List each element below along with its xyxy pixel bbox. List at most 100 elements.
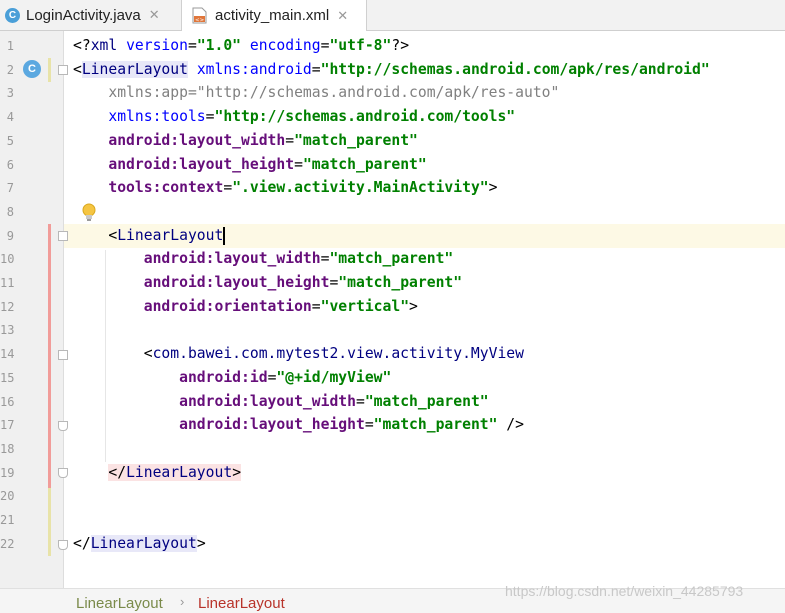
tab-label: activity_main.xml bbox=[215, 7, 330, 24]
code-text: </LinearLayout> bbox=[73, 532, 206, 556]
code-token: android:layout_width bbox=[179, 392, 356, 410]
code-token: </ bbox=[73, 534, 91, 552]
code-token: = bbox=[294, 155, 303, 173]
code-token: android:layout_height bbox=[143, 274, 330, 291]
code-line[interactable]: 11 android:layout_height="match_parent" bbox=[0, 271, 785, 295]
code-token: LinearLayout bbox=[90, 534, 197, 552]
code-line[interactable]: 7 tools:context=".view.activity.MainActi… bbox=[0, 176, 785, 200]
code-token: "1.0" bbox=[196, 37, 242, 54]
code-token: ?> bbox=[391, 37, 410, 54]
code-text: xmlns:app="http://schemas.android.com/ap… bbox=[73, 81, 559, 105]
line-number: 13 bbox=[0, 323, 15, 338]
code-token: android:layout_height bbox=[179, 416, 365, 434]
code-line[interactable]: 12 android:orientation="vertical"> bbox=[0, 295, 785, 319]
code-line[interactable]: 20 bbox=[0, 484, 785, 508]
code-token: > bbox=[232, 463, 242, 481]
code-token: = bbox=[285, 131, 295, 149]
code-token: = bbox=[223, 179, 233, 197]
code-token: > bbox=[409, 297, 418, 315]
code-token: > bbox=[196, 534, 206, 552]
code-token: "match_parent" bbox=[364, 392, 489, 410]
code-text: android:layout_height="match_parent" bbox=[73, 271, 462, 295]
code-token: "http://schemas.android.com/apk/res/andr… bbox=[320, 60, 710, 78]
editor-tab-bar: C LoginActivity.java ✕ <> activity_main.… bbox=[0, 0, 785, 31]
code-line[interactable]: 1 <?xml version="1.0" encoding="utf-8"?> bbox=[0, 34, 785, 58]
line-number: 15 bbox=[0, 370, 15, 385]
code-line[interactable]: 22 </LinearLayout> bbox=[0, 532, 785, 556]
code-line[interactable]: 15 android:id="@+id/myView" bbox=[0, 366, 785, 390]
line-number: 3 bbox=[6, 86, 14, 101]
code-token: xml bbox=[90, 37, 127, 54]
code-token: layout_height bbox=[179, 155, 295, 173]
text-caret bbox=[223, 226, 226, 245]
code-line[interactable]: 19 </LinearLayout> bbox=[0, 461, 785, 485]
code-token: LinearLayout bbox=[126, 463, 233, 481]
code-token: < bbox=[73, 226, 118, 244]
code-token: "match_parent" bbox=[338, 274, 463, 291]
code-token: = bbox=[311, 297, 321, 315]
tab-activity-main[interactable]: <> activity_main.xml ✕ bbox=[182, 0, 367, 31]
code-line[interactable]: 8 bbox=[0, 200, 785, 224]
tab-login-activity[interactable]: C LoginActivity.java ✕ bbox=[0, 0, 182, 30]
code-token: xmlns:android bbox=[196, 60, 312, 78]
line-number: 22 bbox=[0, 536, 15, 551]
code-line[interactable]: 6 android:layout_height="match_parent" bbox=[0, 153, 785, 177]
code-token: = bbox=[329, 274, 339, 291]
code-line[interactable]: 17 android:layout_height="match_parent" … bbox=[0, 413, 785, 437]
code-token: "match_parent" bbox=[329, 250, 454, 268]
code-token: xmlns:app="http://schemas.android.com/ap… bbox=[73, 84, 560, 102]
code-token: "match_parent" bbox=[302, 155, 427, 173]
breadcrumb-item[interactable]: LinearLayout bbox=[198, 595, 285, 612]
code-token: </ bbox=[108, 463, 127, 481]
code-token: "vertical" bbox=[320, 297, 410, 315]
line-number: 18 bbox=[0, 441, 15, 456]
line-number: 2 bbox=[6, 62, 14, 77]
code-line[interactable]: 9 <LinearLayout bbox=[0, 224, 785, 248]
line-number: 4 bbox=[6, 110, 14, 125]
code-line[interactable]: 4 xmlns:tools="http://schemas.android.co… bbox=[0, 105, 785, 129]
code-token: context bbox=[161, 179, 224, 197]
code-text: <com.bawei.com.mytest2.view.activity.MyV… bbox=[73, 342, 524, 366]
code-text: android:layout_width="match_parent" bbox=[73, 390, 489, 414]
code-line[interactable]: 3 xmlns:app="http://schemas.android.com/… bbox=[0, 81, 785, 105]
code-token: com.bawei.com.mytest2.view.activity.MyVi… bbox=[152, 345, 524, 363]
code-text: <LinearLayout bbox=[73, 224, 226, 248]
code-token: "match_parent" bbox=[373, 416, 498, 434]
code-token: LinearLayout bbox=[117, 226, 224, 244]
close-icon[interactable]: ✕ bbox=[337, 8, 348, 24]
code-text: </LinearLayout> bbox=[73, 461, 242, 485]
code-line[interactable]: 10 android:layout_width="match_parent" bbox=[0, 247, 785, 271]
code-text: android:layout_width="match_parent" bbox=[73, 129, 418, 153]
line-number: 17 bbox=[0, 418, 15, 433]
code-text: android:layout_width="match_parent" bbox=[73, 247, 454, 271]
code-token: LinearLayout bbox=[81, 60, 188, 78]
code-token: = bbox=[364, 416, 374, 434]
code-token: = bbox=[205, 108, 215, 126]
code-token: xmlns:tools bbox=[108, 108, 206, 126]
code-line[interactable]: 2 <LinearLayout xmlns:android="http://sch… bbox=[0, 58, 785, 82]
line-number: 20 bbox=[0, 489, 15, 504]
line-number: 14 bbox=[0, 347, 15, 362]
code-token: ".view.activity.MainActivity" bbox=[232, 179, 489, 197]
code-line[interactable]: 18 bbox=[0, 437, 785, 461]
code-token: "http://schemas.android.com/tools" bbox=[214, 108, 516, 126]
code-token: version bbox=[126, 37, 188, 54]
code-line[interactable]: 16 android:layout_width="match_parent" bbox=[0, 390, 785, 414]
code-line[interactable]: 5 android:layout_width="match_parent" bbox=[0, 129, 785, 153]
code-line[interactable]: 13 bbox=[0, 318, 785, 342]
code-line[interactable]: 14 <com.bawei.com.mytest2.view.activity.… bbox=[0, 342, 785, 366]
code-line[interactable]: 21 bbox=[0, 508, 785, 532]
code-text: android:id="@+id/myView" bbox=[73, 366, 391, 390]
code-text: android:layout_height="match_parent" /> bbox=[73, 413, 524, 437]
code-token: < bbox=[73, 60, 82, 78]
code-token: "@+id/myView" bbox=[276, 368, 392, 386]
close-icon[interactable]: ✕ bbox=[149, 7, 160, 23]
line-number: 16 bbox=[0, 394, 15, 409]
breadcrumb-item[interactable]: LinearLayout bbox=[76, 595, 163, 612]
